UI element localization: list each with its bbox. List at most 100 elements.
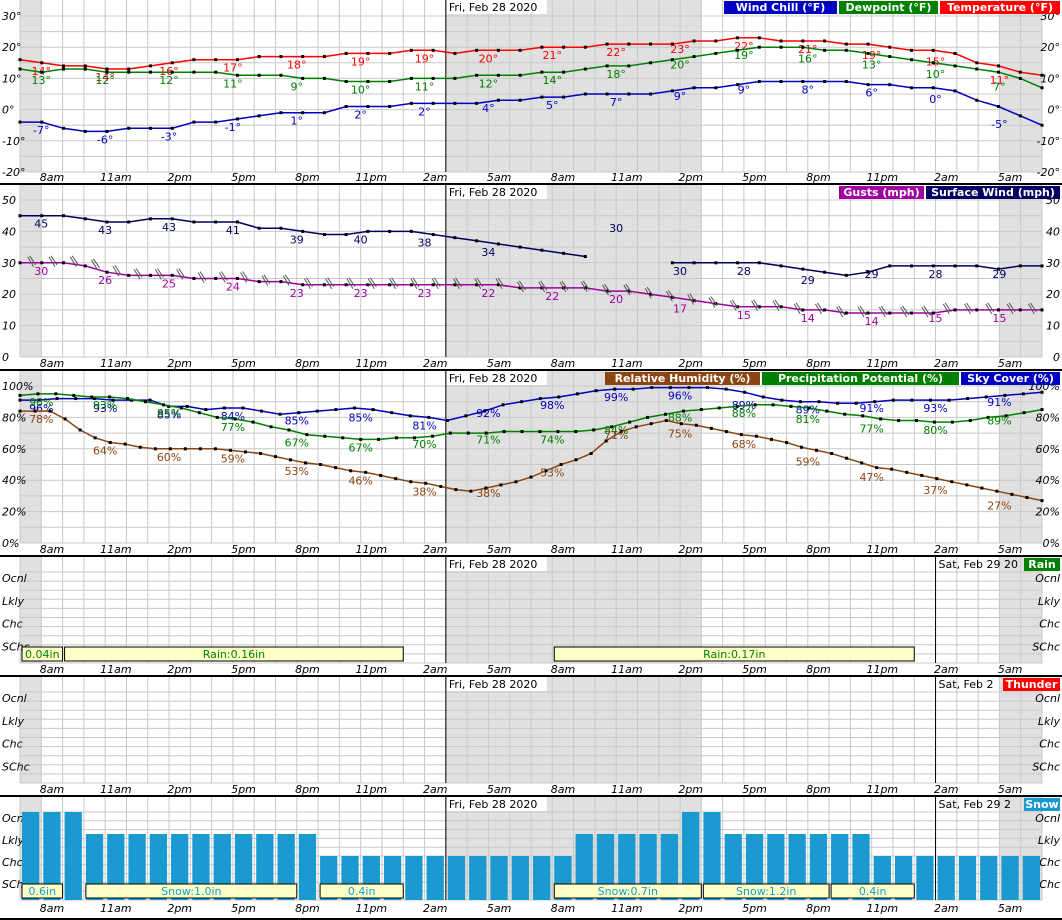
data-point bbox=[204, 408, 208, 412]
x-tick-label: 8pm bbox=[806, 783, 831, 796]
x-tick-label: 8pm bbox=[295, 357, 320, 370]
data-label: 23 bbox=[354, 287, 368, 300]
x-tick-label: 2am bbox=[423, 543, 447, 556]
data-point bbox=[743, 390, 747, 394]
x-tick-label: 8pm bbox=[295, 171, 320, 184]
x-tick-label: 8am bbox=[551, 783, 575, 796]
x-tick-label: 11pm bbox=[355, 171, 387, 184]
data-point bbox=[575, 392, 579, 396]
data-point bbox=[627, 64, 631, 68]
data-label: 7° bbox=[610, 96, 623, 109]
x-tick-label: 2am bbox=[934, 543, 958, 556]
data-point bbox=[322, 111, 326, 115]
x-tick-label: 8pm bbox=[806, 171, 831, 184]
data-label: 28 bbox=[929, 268, 943, 281]
legend-label: Rain bbox=[1028, 558, 1056, 571]
x-tick-label: 5am bbox=[998, 783, 1022, 796]
data-point bbox=[518, 98, 522, 102]
x-tick-label: 2pm bbox=[678, 663, 703, 676]
x-tick-label: 5am bbox=[487, 543, 511, 556]
x-tick-label: 11am bbox=[611, 171, 642, 184]
level-label-right: Chc bbox=[1039, 856, 1060, 869]
data-label: 91% bbox=[859, 402, 883, 415]
data-label: 39 bbox=[290, 233, 304, 246]
x-tick-label: 8pm bbox=[806, 902, 831, 915]
x-tick-label: 11am bbox=[100, 783, 131, 796]
data-label: 14° bbox=[543, 74, 563, 87]
precip-bar bbox=[447, 856, 466, 900]
data-label: 19° bbox=[351, 55, 371, 68]
data-point bbox=[1018, 76, 1022, 80]
data-point bbox=[1018, 114, 1022, 118]
data-point bbox=[431, 283, 435, 287]
wind-barb bbox=[815, 302, 824, 315]
x-tick-label: 8pm bbox=[295, 902, 320, 915]
data-point bbox=[395, 436, 399, 440]
data-label: 4° bbox=[482, 102, 495, 115]
data-label: 74% bbox=[540, 434, 564, 447]
data-point bbox=[138, 445, 142, 449]
data-point bbox=[83, 217, 87, 221]
data-point bbox=[55, 397, 59, 401]
precip-bar bbox=[1022, 856, 1040, 900]
data-point bbox=[349, 469, 353, 473]
wind-barb bbox=[900, 305, 910, 318]
data-point bbox=[1040, 390, 1044, 394]
data-point bbox=[214, 70, 218, 74]
precip-bar bbox=[405, 856, 423, 900]
x-tick-label: 2pm bbox=[678, 543, 703, 556]
y-tick-label-right: 40% bbox=[1036, 474, 1060, 487]
data-label: 71% bbox=[476, 434, 500, 447]
date-label: Fri, Feb 28 2020 bbox=[449, 372, 538, 385]
data-label: 18° bbox=[287, 59, 307, 72]
data-point bbox=[830, 452, 834, 456]
data-point bbox=[454, 488, 458, 492]
data-label: 20° bbox=[670, 59, 690, 72]
x-tick-label: 11am bbox=[100, 902, 131, 915]
data-point bbox=[975, 264, 979, 268]
data-point bbox=[888, 45, 892, 49]
data-label: 22 bbox=[545, 290, 559, 303]
precip-bar bbox=[980, 856, 998, 900]
x-tick-label: 11pm bbox=[866, 357, 898, 370]
x-tick-label: 8am bbox=[551, 357, 575, 370]
x-tick-label: 11am bbox=[611, 543, 642, 556]
data-point bbox=[953, 264, 957, 268]
data-point bbox=[910, 398, 914, 402]
data-label: 85% bbox=[348, 412, 372, 425]
data-point bbox=[634, 425, 638, 429]
data-point bbox=[148, 70, 152, 74]
x-tick-label: 8am bbox=[40, 663, 64, 676]
data-point bbox=[377, 437, 381, 441]
data-point bbox=[540, 248, 544, 252]
x-tick-label: 5am bbox=[487, 357, 511, 370]
data-label: 10° bbox=[351, 84, 371, 97]
legend-label: Temperature (°F) bbox=[947, 1, 1053, 14]
data-point bbox=[279, 280, 283, 284]
data-label: 59% bbox=[796, 456, 820, 469]
x-tick-label: 8am bbox=[40, 543, 64, 556]
data-point bbox=[931, 61, 935, 65]
data-point bbox=[344, 233, 348, 237]
data-point bbox=[192, 70, 196, 74]
data-point bbox=[127, 126, 131, 130]
data-point bbox=[1021, 392, 1025, 396]
data-label: 92% bbox=[476, 407, 500, 420]
x-tick-label: 2am bbox=[423, 902, 447, 915]
x-tick-label: 5am bbox=[998, 663, 1022, 676]
x-tick-label: 11am bbox=[611, 663, 642, 676]
data-label: 71% bbox=[604, 429, 628, 442]
x-tick-label: 5pm bbox=[231, 357, 256, 370]
panel-humidity: Fri, Feb 28 2020 8am 11am 2pm 5pm 8pm 11pm 2am 5… bbox=[0, 371, 1062, 557]
data-label: 16° bbox=[798, 52, 818, 65]
data-point bbox=[453, 236, 457, 240]
forecast-svg: Fri, Feb 28 2020 8am 11am 2pm 5pm 8pm 11pm 2am 5… bbox=[0, 0, 1062, 920]
data-point bbox=[496, 98, 500, 102]
data-label: 12° bbox=[159, 74, 179, 87]
precip-bar bbox=[490, 856, 508, 900]
data-point bbox=[197, 411, 201, 415]
data-point bbox=[214, 58, 218, 62]
data-label: 27% bbox=[987, 499, 1011, 512]
data-label: 11° bbox=[415, 80, 435, 93]
data-label: 34 bbox=[481, 246, 495, 259]
